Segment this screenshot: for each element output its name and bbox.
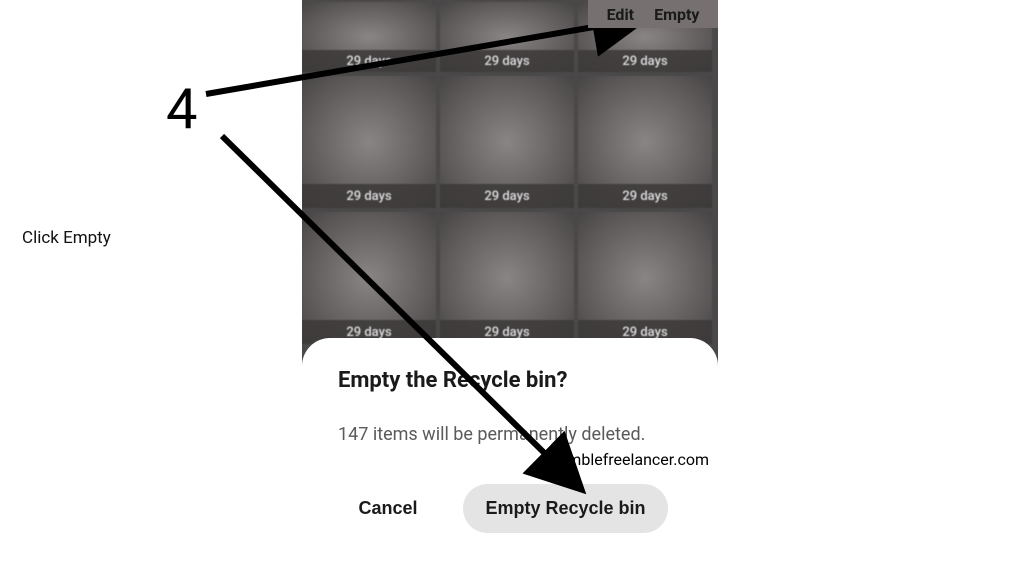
thumbnail-days-label: 29 days	[578, 184, 712, 208]
dialog-actions: Cancel Empty Recycle bin	[338, 484, 682, 533]
empty-recycle-bin-button[interactable]: Empty Recycle bin	[463, 484, 667, 533]
thumbnail-row: 29 days 29 days 29 days	[302, 74, 718, 208]
thumbnail[interactable]: 29 days	[440, 212, 574, 344]
thumbnail[interactable]: 29 days	[302, 2, 436, 72]
watermark-text: Nimblefreelancer.com	[552, 450, 709, 469]
empty-button[interactable]: Empty	[654, 5, 699, 24]
thumbnail-days-label: 29 days	[302, 50, 436, 72]
thumbnail-days-label: 29 days	[440, 184, 574, 208]
thumbnail-row: 29 days 29 days 29 days	[302, 210, 718, 344]
dialog-title: Empty the Recycle bin?	[338, 368, 682, 393]
top-actions-bar: Edit Empty	[588, 0, 718, 28]
thumbnail-days-label: 29 days	[302, 184, 436, 208]
thumbnail[interactable]: 29 days	[578, 76, 712, 208]
thumbnail-days-label: 29 days	[440, 50, 574, 72]
recycle-bin-screen: 29 days 29 days 29 days 29 days 29 days …	[302, 0, 718, 572]
thumbnail[interactable]: 29 days	[440, 2, 574, 72]
thumbnail[interactable]: 29 days	[302, 212, 436, 344]
edit-button[interactable]: Edit	[607, 5, 635, 24]
instruction-text: Click Empty	[22, 228, 111, 248]
dialog-body: 147 items will be permanently deleted.	[338, 421, 682, 448]
step-number-label: 4	[166, 76, 197, 142]
thumbnail[interactable]: 29 days	[302, 76, 436, 208]
thumbnail[interactable]: 29 days	[578, 212, 712, 344]
thumbnail-days-label: 29 days	[578, 50, 712, 72]
cancel-button[interactable]: Cancel	[352, 488, 423, 529]
thumbnail[interactable]: 29 days	[440, 76, 574, 208]
